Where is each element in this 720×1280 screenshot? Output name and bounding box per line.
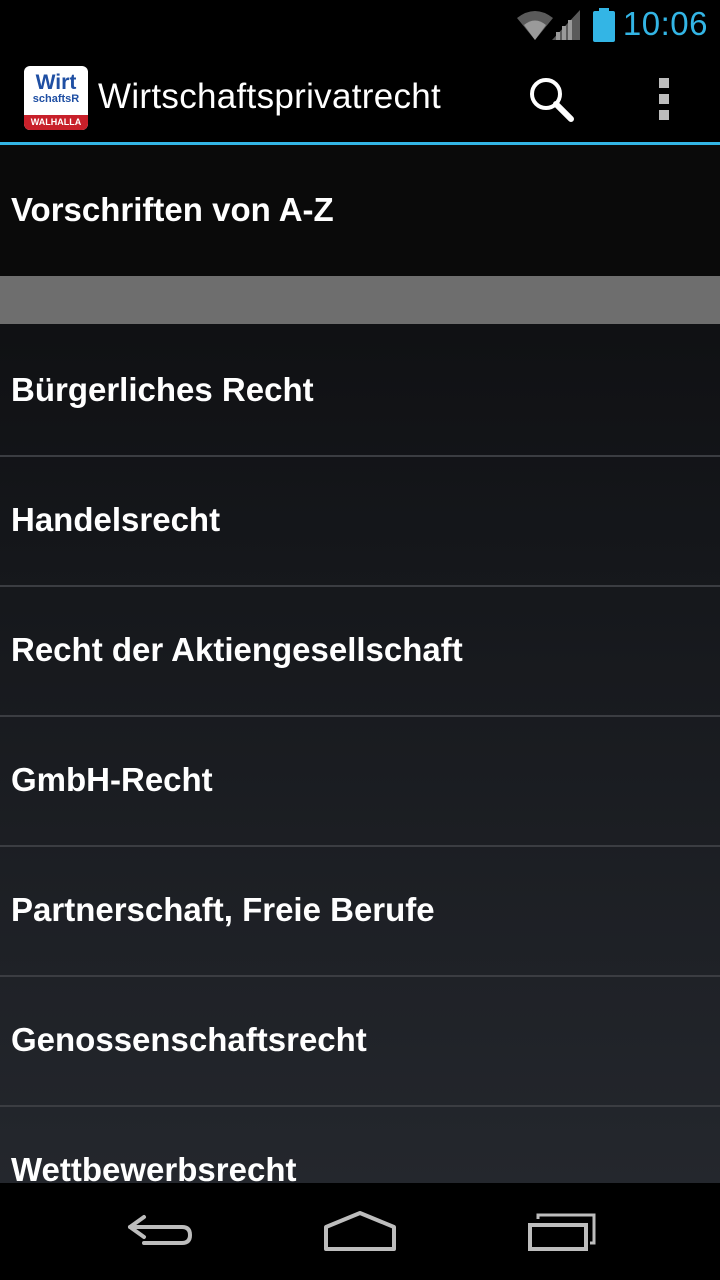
wifi-icon: [517, 11, 553, 40]
logo-text-wirt: Wirt: [35, 71, 77, 94]
list-item[interactable]: Handelsrecht: [0, 456, 720, 587]
list-item[interactable]: Genossenschaftsrecht: [0, 976, 720, 1107]
home-icon[interactable]: [322, 1203, 398, 1255]
list-item-label: Genossenschaftsrecht: [11, 1021, 367, 1058]
list-item-vorschriften-a-z[interactable]: Vorschriften von A-Z: [0, 145, 720, 276]
list-item-label: GmbH-Recht: [11, 761, 213, 798]
list-item[interactable]: Bürgerliches Recht: [0, 326, 720, 457]
status-time: 10:06: [622, 5, 708, 42]
list-item[interactable]: GmbH-Recht: [0, 716, 720, 847]
app-title: Wirtschaftsprivatrecht: [98, 77, 442, 116]
list-item[interactable]: Partnerschaft, Freie Berufe: [0, 846, 720, 977]
recent-apps-icon[interactable]: [526, 1203, 598, 1255]
list-item-label: Bürgerliches Recht: [11, 371, 314, 408]
battery-icon: [593, 8, 615, 42]
logo-text-schaftsr: schaftsR: [32, 93, 80, 105]
list-item-label: Handelsrecht: [11, 501, 221, 538]
signal-icon: [552, 10, 580, 40]
list-item-label: Partnerschaft, Freie Berufe: [11, 891, 435, 928]
back-icon[interactable]: [124, 1207, 196, 1255]
logo-band-walhalla: WALHALLA: [24, 115, 88, 130]
list-item-label: Recht der Aktiengesellschaft: [11, 631, 463, 668]
overflow-menu-icon[interactable]: [650, 74, 678, 124]
list-item-label: Wettbewerbsrecht: [11, 1151, 297, 1183]
search-icon[interactable]: [526, 74, 576, 124]
navigation-bar: [0, 1183, 720, 1280]
section-divider: [0, 276, 720, 324]
category-list: Vorschriften von A-Z Bürgerliches Recht …: [0, 145, 720, 1183]
status-bar: 10:06: [0, 0, 720, 50]
action-bar: Wirt schaftsR WALHALLA Wirtschaftsprivat…: [0, 50, 720, 142]
list-item[interactable]: Recht der Aktiengesellschaft: [0, 586, 720, 717]
list-item[interactable]: Wettbewerbsrecht: [0, 1106, 720, 1183]
list-item-label: Vorschriften von A-Z: [11, 191, 334, 228]
app-logo[interactable]: Wirt schaftsR WALHALLA: [24, 66, 88, 130]
